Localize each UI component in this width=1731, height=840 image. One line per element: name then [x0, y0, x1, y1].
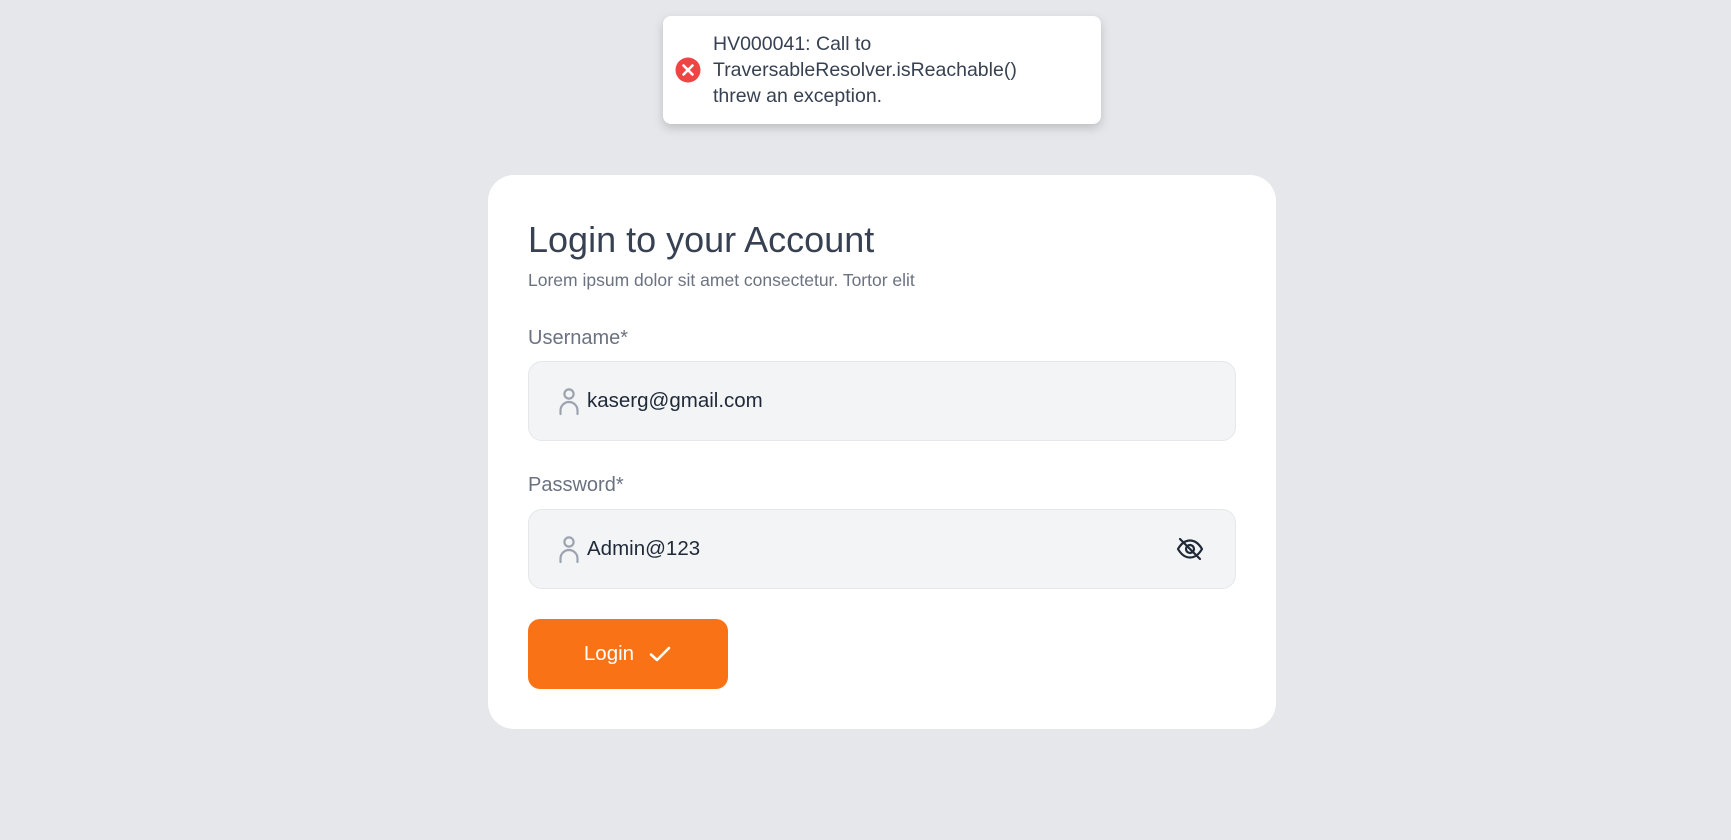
- username-input[interactable]: [587, 386, 1205, 416]
- eye-off-icon[interactable]: [1175, 534, 1205, 564]
- page-subtitle: Lorem ipsum dolor sit amet consectetur. …: [528, 270, 915, 290]
- password-label: Password*: [528, 474, 624, 496]
- error-circle-icon: [675, 57, 701, 83]
- user-icon: [557, 534, 581, 564]
- login-card: Login to your Account Lorem ipsum dolor …: [488, 175, 1276, 729]
- user-icon: [557, 386, 581, 416]
- page-title: Login to your Account: [528, 219, 875, 260]
- password-input[interactable]: [587, 534, 1175, 564]
- login-button-label: Login: [583, 642, 635, 665]
- username-label: Username*: [528, 327, 629, 349]
- check-icon: [648, 642, 672, 666]
- username-field-container: [528, 361, 1236, 441]
- password-field-container: [528, 509, 1236, 589]
- error-toast: HV000041: Call to TraversableResolver.is…: [663, 16, 1101, 124]
- login-button[interactable]: Login: [528, 619, 728, 689]
- toast-message: HV000041: Call to TraversableResolver.is…: [713, 33, 1017, 107]
